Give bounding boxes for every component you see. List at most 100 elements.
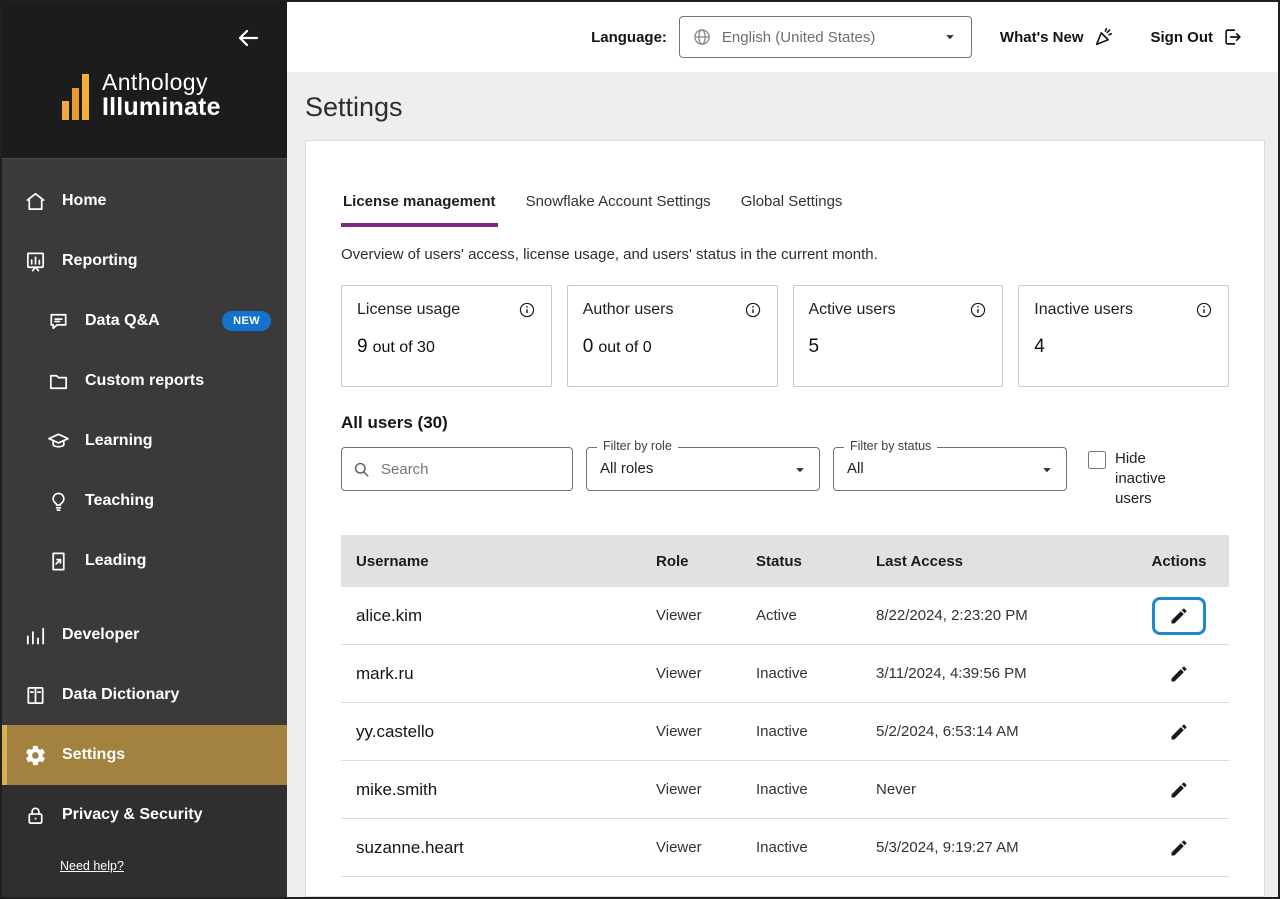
sign-out-icon <box>1222 26 1244 48</box>
pencil-icon <box>1169 606 1189 626</box>
hide-inactive-checkbox[interactable] <box>1088 451 1106 469</box>
tab-global-settings[interactable]: Global Settings <box>739 189 845 227</box>
role-cell: Viewer <box>641 723 741 740</box>
last-access-cell: 8/22/2024, 2:23:20 PM <box>861 607 1129 624</box>
back-arrow-icon <box>237 26 261 50</box>
sidebar-item-settings[interactable]: Settings <box>2 725 287 785</box>
column-header-role: Role <box>641 553 741 570</box>
sidebar-item-label: Settings <box>62 746 125 764</box>
filter-by-status-label: Filter by status <box>844 439 937 453</box>
edit-user-button[interactable] <box>1163 776 1195 804</box>
sidebar: Anthology Illuminate Home Reporting Data… <box>2 2 287 897</box>
language-select[interactable]: English (United States) <box>679 16 972 58</box>
sidebar-header: Anthology Illuminate <box>2 2 287 159</box>
document-arrow-icon <box>47 550 70 573</box>
filter-by-status-value: All <box>834 448 1066 490</box>
last-access-cell: Never <box>861 781 1129 798</box>
need-help-link[interactable]: Need help? <box>60 859 124 873</box>
tab-snowflake-account-settings[interactable]: Snowflake Account Settings <box>524 189 713 227</box>
column-header-username: Username <box>341 553 641 570</box>
sidebar-item-label: Data Q&A <box>85 312 160 330</box>
main-area: Language: English (United States) What's… <box>287 2 1278 897</box>
new-badge: NEW <box>222 311 271 331</box>
sidebar-item-learning[interactable]: Learning <box>2 411 287 471</box>
pencil-icon <box>1169 722 1189 742</box>
table-row: mike.smith Viewer Inactive Never <box>341 761 1229 819</box>
whats-new-button[interactable]: What's New <box>1000 26 1115 48</box>
stat-value: 0out of 0 <box>583 336 762 358</box>
search-icon <box>352 460 371 479</box>
graduation-cap-icon <box>47 430 70 453</box>
stat-card-active-users: Active users 5 <box>793 285 1004 387</box>
sidebar-item-data-qa[interactable]: Data Q&A NEW <box>2 291 287 351</box>
sidebar-item-privacy-security[interactable]: Privacy & Security <box>2 785 287 845</box>
info-icon[interactable] <box>744 301 762 319</box>
language-label: Language: <box>591 29 667 46</box>
sidebar-item-teaching[interactable]: Teaching <box>2 471 287 531</box>
sidebar-item-label: Learning <box>85 432 153 450</box>
sidebar-item-reporting[interactable]: Reporting <box>2 231 287 291</box>
search-input[interactable] <box>379 460 562 479</box>
sign-out-button[interactable]: Sign Out <box>1151 26 1245 48</box>
status-cell: Inactive <box>741 665 861 682</box>
sidebar-item-label: Teaching <box>85 492 154 510</box>
edit-user-button[interactable] <box>1163 602 1195 630</box>
language-select-value: English (United States) <box>722 29 875 46</box>
stat-title: Active users <box>809 301 896 319</box>
topbar: Language: English (United States) What's… <box>287 2 1278 72</box>
sidebar-item-custom-reports[interactable]: Custom reports <box>2 351 287 411</box>
stat-title: Inactive users <box>1034 301 1133 319</box>
sidebar-item-label: Reporting <box>62 252 138 270</box>
hide-inactive-label[interactable]: Hide inactive users <box>1115 449 1184 509</box>
status-cell: Active <box>741 607 861 624</box>
sidebar-item-home[interactable]: Home <box>2 171 287 231</box>
pencil-icon <box>1169 838 1189 858</box>
pencil-icon <box>1169 664 1189 684</box>
sidebar-item-label: Data Dictionary <box>62 686 179 704</box>
stat-card-inactive-users: Inactive users 4 <box>1018 285 1229 387</box>
brand-logo: Anthology Illuminate <box>62 70 221 120</box>
all-users-heading: All users (30) <box>341 413 1229 433</box>
info-icon[interactable] <box>969 301 987 319</box>
role-cell: Viewer <box>641 781 741 798</box>
table-row: yy.castello Viewer Inactive 5/2/2024, 6:… <box>341 703 1229 761</box>
edit-user-button[interactable] <box>1163 834 1195 862</box>
collapse-sidebar-button[interactable] <box>235 24 263 52</box>
search-field <box>341 447 573 491</box>
filters-row: Filter by role All roles Filter by statu… <box>341 447 1229 509</box>
sidebar-item-data-dictionary[interactable]: Data Dictionary <box>2 665 287 725</box>
sidebar-nav: Home Reporting Data Q&A NEW Custom repor… <box>2 159 287 785</box>
tab-license-management[interactable]: License management <box>341 189 498 227</box>
username-cell: mike.smith <box>341 780 641 800</box>
table-row: mark.ru Viewer Inactive 3/11/2024, 4:39:… <box>341 645 1229 703</box>
settings-card: License management Snowflake Account Set… <box>305 140 1265 897</box>
brand-logo-icon <box>62 70 90 120</box>
column-header-actions: Actions <box>1129 553 1229 570</box>
column-header-last-access: Last Access <box>861 553 1129 570</box>
users-table: Username Role Status Last Access Actions… <box>341 535 1229 877</box>
sidebar-item-label: Home <box>62 192 106 210</box>
stat-value: 4 <box>1034 336 1213 358</box>
info-icon[interactable] <box>1195 301 1213 319</box>
username-cell: suzanne.heart <box>341 838 641 858</box>
last-access-cell: 5/2/2024, 6:53:14 AM <box>861 723 1129 740</box>
filter-by-role-select[interactable]: Filter by role All roles <box>586 447 820 491</box>
info-icon[interactable] <box>518 301 536 319</box>
sidebar-item-label: Developer <box>62 626 139 644</box>
edit-user-button[interactable] <box>1163 660 1195 688</box>
status-cell: Inactive <box>741 723 861 740</box>
tab-description: Overview of users' access, license usage… <box>341 245 1229 265</box>
filter-by-status-select[interactable]: Filter by status All <box>833 447 1067 491</box>
globe-icon <box>692 27 712 47</box>
stat-card-license-usage: License usage 9out of 30 <box>341 285 552 387</box>
role-cell: Viewer <box>641 665 741 682</box>
last-access-cell: 3/11/2024, 4:39:56 PM <box>861 665 1129 682</box>
sidebar-item-developer[interactable]: Developer <box>2 605 287 665</box>
status-cell: Inactive <box>741 781 861 798</box>
edit-user-button[interactable] <box>1163 718 1195 746</box>
app-window: Anthology Illuminate Home Reporting Data… <box>0 0 1280 899</box>
stat-cards: License usage 9out of 30 Author users 0o… <box>341 285 1229 387</box>
sidebar-item-leading[interactable]: Leading <box>2 531 287 591</box>
username-cell: alice.kim <box>341 606 641 626</box>
table-row: suzanne.heart Viewer Inactive 5/3/2024, … <box>341 819 1229 877</box>
